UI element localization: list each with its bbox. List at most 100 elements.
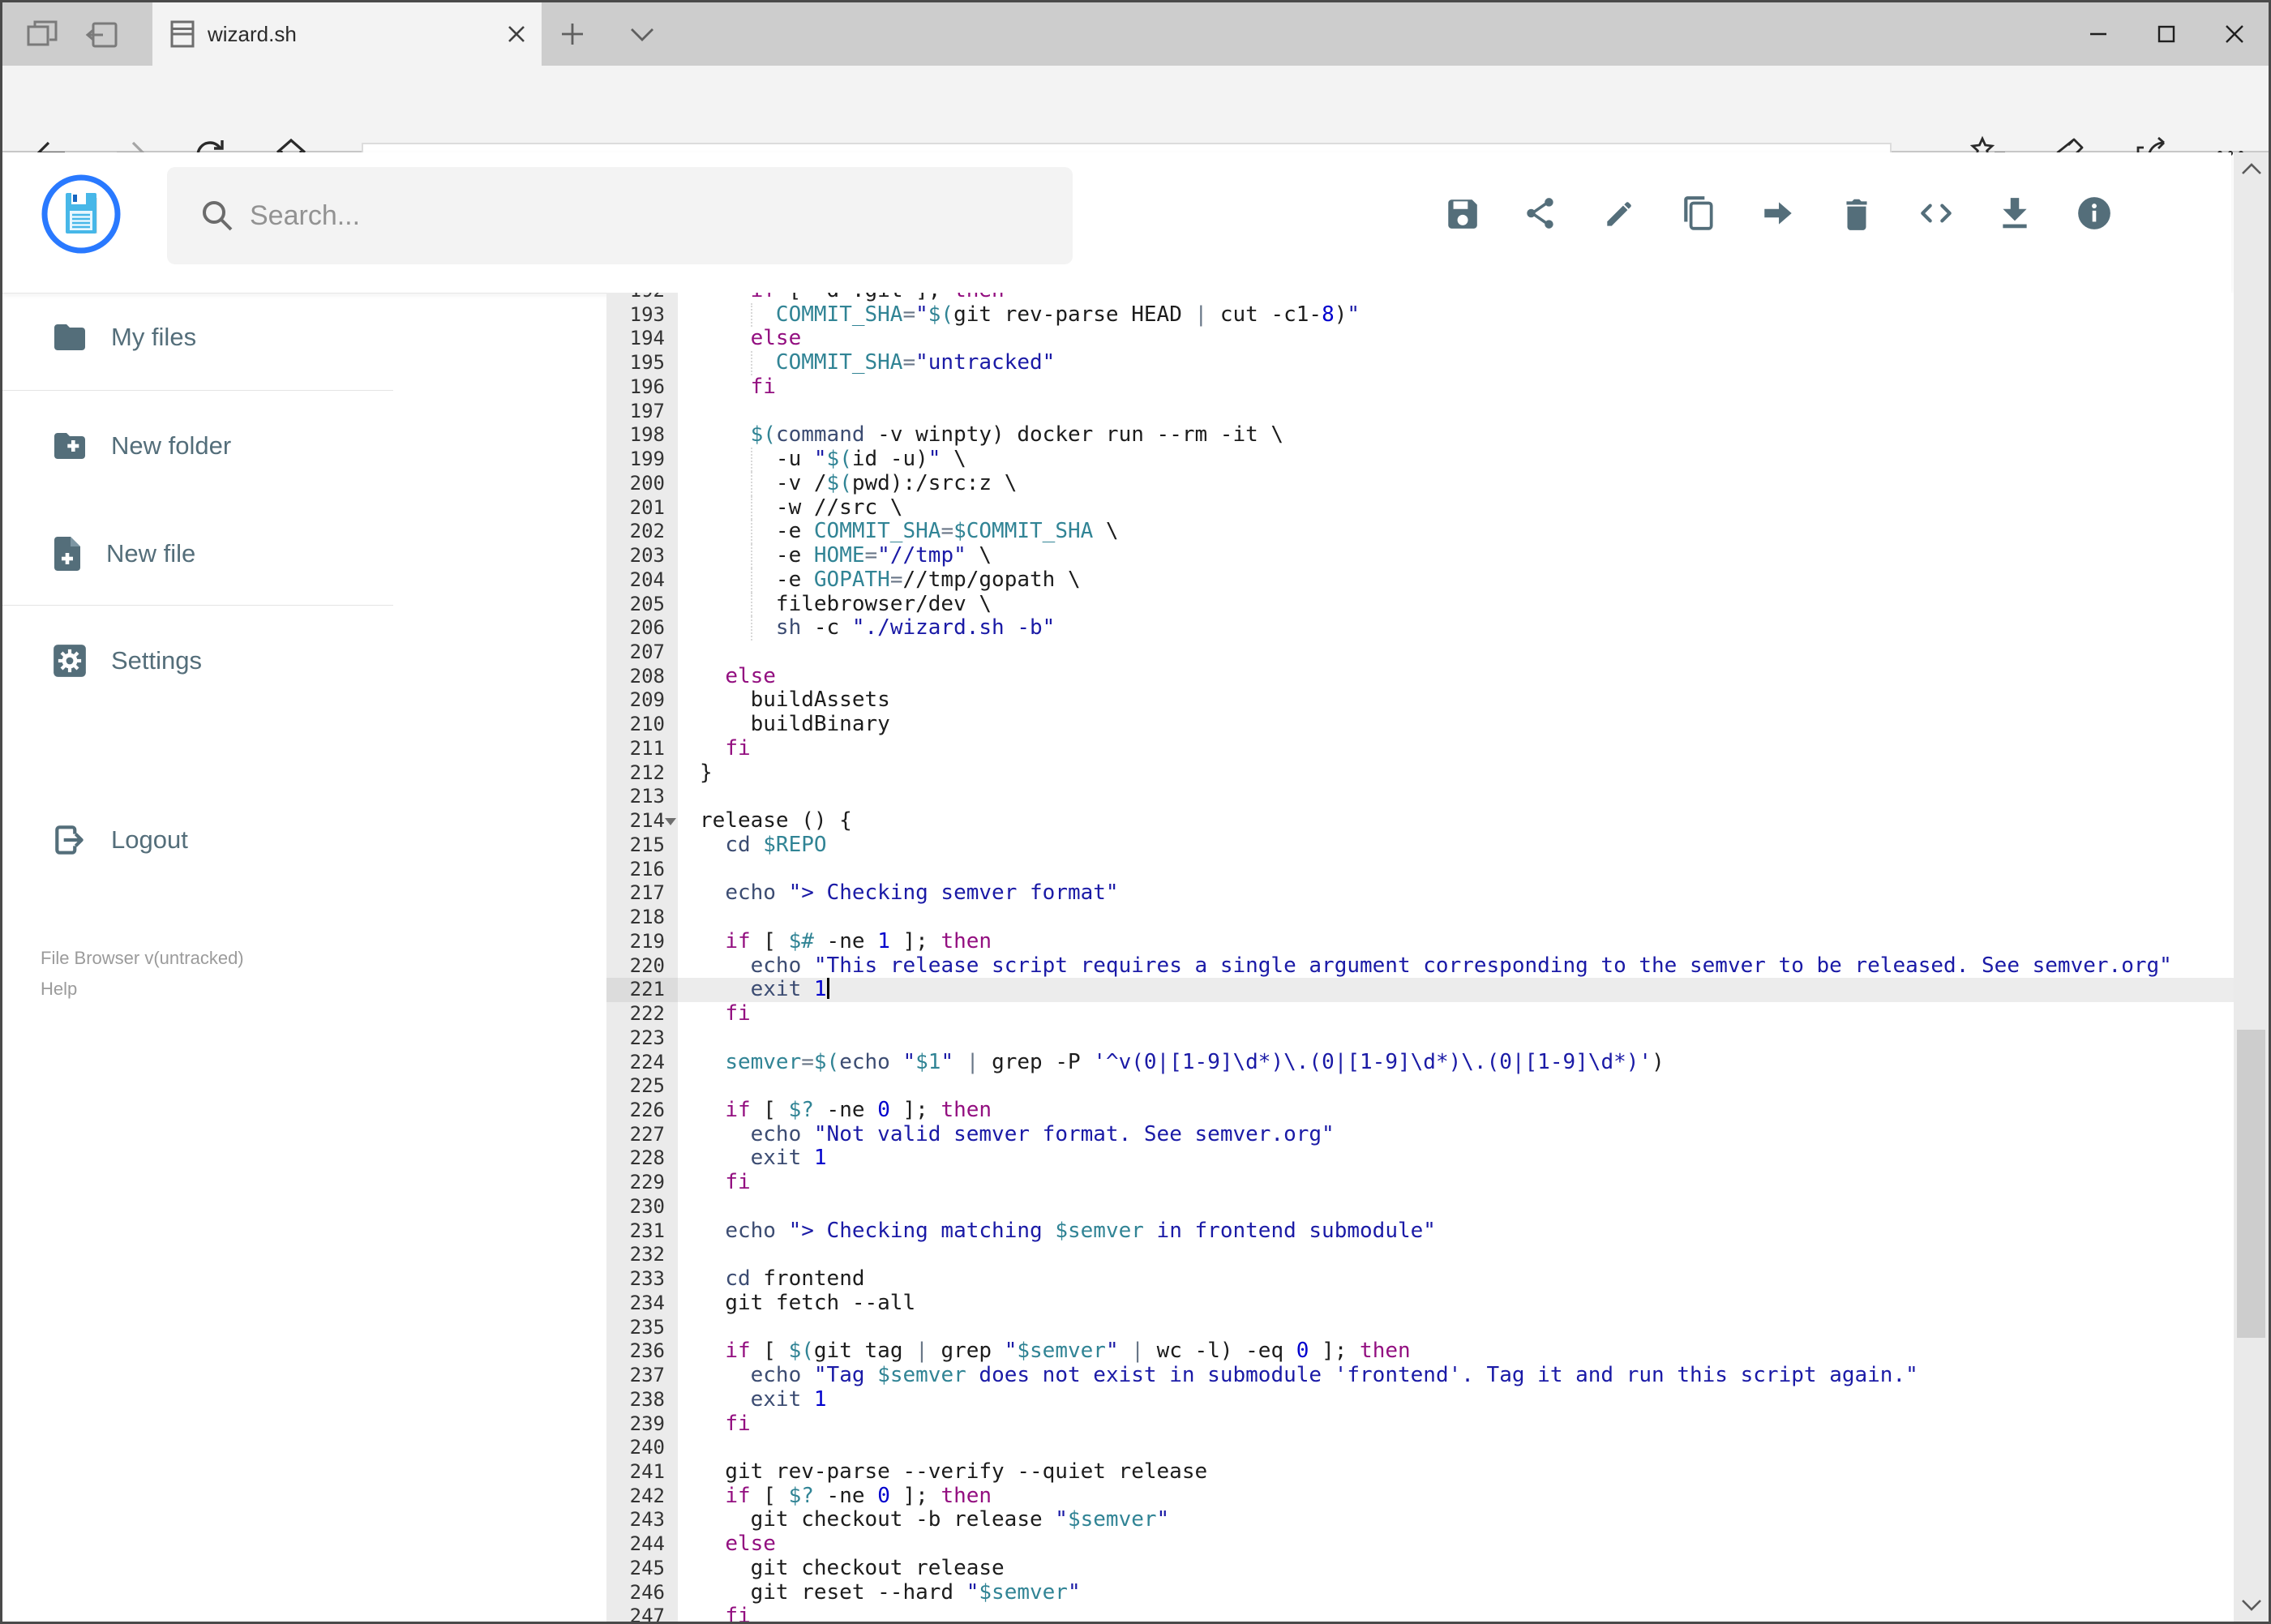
line-number[interactable]: 234 — [606, 1292, 678, 1316]
code-line[interactable]: 211 fi — [606, 736, 2236, 761]
code-line[interactable]: 220 echo "This release script requires a… — [606, 953, 2236, 979]
line-number[interactable]: 200 — [606, 472, 678, 496]
line-number[interactable]: 233 — [606, 1267, 678, 1292]
code-editor[interactable]: 192 if [ -d .git ]; then193 COMMIT_SHA="… — [606, 293, 2236, 1622]
tab-list-chevron-icon[interactable] — [628, 27, 656, 43]
code-line[interactable]: 235 — [606, 1316, 2236, 1340]
code-line[interactable]: 205 filebrowser/dev \ — [606, 592, 2236, 617]
line-number[interactable]: 218 — [606, 906, 678, 930]
line-number[interactable]: 204 — [606, 568, 678, 593]
code-line[interactable]: 229 fi — [606, 1170, 2236, 1195]
code-line[interactable]: 232 — [606, 1243, 2236, 1267]
code-line[interactable]: 245 git checkout release — [606, 1556, 2236, 1581]
code-line[interactable]: 233 cd frontend — [606, 1266, 2236, 1292]
sidebar-item-my-files[interactable]: My files — [2, 315, 393, 360]
line-number[interactable]: 217 — [606, 881, 678, 906]
line-number[interactable]: 235 — [606, 1316, 678, 1340]
tab-wizard-sh[interactable]: wizard.sh — [152, 2, 542, 66]
line-number[interactable]: 208 — [606, 665, 678, 689]
code-view-button[interactable] — [1917, 195, 1955, 232]
code-line[interactable]: 236 if [ $(git tag | grep "$semver" | wc… — [606, 1339, 2236, 1364]
code-line[interactable]: 217 echo "> Checking semver format" — [606, 881, 2236, 906]
line-number[interactable]: 219 — [606, 930, 678, 954]
code-line[interactable]: 195 COMMIT_SHA="untracked" — [606, 350, 2236, 375]
code-line[interactable]: 246 git reset --hard "$semver" — [606, 1580, 2236, 1605]
code-line[interactable]: 247 fi — [606, 1605, 2236, 1622]
code-line[interactable]: 231 echo "> Checking matching $semver in… — [606, 1219, 2236, 1244]
help-link[interactable]: Help — [41, 979, 77, 1000]
line-number[interactable]: 223 — [606, 1026, 678, 1051]
line-number[interactable]: 206 — [606, 616, 678, 641]
code-line[interactable]: 239 fi — [606, 1412, 2236, 1437]
code-line[interactable]: 242 if [ $? -ne 0 ]; then — [606, 1484, 2236, 1509]
close-window-button[interactable] — [2200, 2, 2269, 66]
sidebar-item-logout[interactable]: Logout — [2, 817, 393, 863]
line-number[interactable]: 245 — [606, 1557, 678, 1581]
code-line[interactable]: 226 if [ $? -ne 0 ]; then — [606, 1098, 2236, 1123]
save-button[interactable] — [1443, 195, 1480, 232]
line-number[interactable]: 243 — [606, 1508, 678, 1532]
line-number[interactable]: 213 — [606, 785, 678, 809]
code-line[interactable]: 221 exit 1 — [606, 977, 2236, 1003]
download-button[interactable] — [1996, 195, 2033, 232]
line-number[interactable]: 225 — [606, 1074, 678, 1099]
code-line[interactable]: 198 $(command -v winpty) docker run --rm… — [606, 423, 2236, 448]
line-number[interactable]: 210 — [606, 713, 678, 737]
code-line[interactable]: 210 buildBinary — [606, 712, 2236, 737]
line-number[interactable]: 240 — [606, 1436, 678, 1460]
line-number[interactable]: 241 — [606, 1460, 678, 1485]
move-button[interactable] — [1759, 195, 1797, 232]
line-number[interactable]: 192 — [606, 293, 678, 303]
line-number[interactable]: 228 — [606, 1146, 678, 1171]
line-number[interactable]: 236 — [606, 1339, 678, 1364]
code-line[interactable]: 209 buildAssets — [606, 688, 2236, 713]
code-line[interactable]: 223 — [606, 1026, 2236, 1051]
line-number[interactable]: 199 — [606, 448, 678, 472]
line-number[interactable]: 242 — [606, 1485, 678, 1509]
code-line[interactable]: 240 — [606, 1436, 2236, 1460]
code-line[interactable]: 207 — [606, 641, 2236, 665]
set-tabs-aside-button[interactable] — [84, 19, 119, 51]
code-line[interactable]: 206 sh -c "./wizard.sh -b" — [606, 615, 2236, 641]
code-line[interactable]: 204 -e GOPATH=//tmp/gopath \ — [606, 568, 2236, 593]
code-line[interactable]: 208 else — [606, 664, 2236, 689]
info-button[interactable] — [2076, 195, 2113, 232]
line-number[interactable]: 229 — [606, 1171, 678, 1195]
code-line[interactable]: 214 release () { — [606, 808, 2236, 833]
code-line[interactable]: 203 -e HOME="//tmp" \ — [606, 543, 2236, 568]
line-number[interactable]: 246 — [606, 1581, 678, 1605]
code-line[interactable]: 224 semver=$(echo "$1" | grep -P '^v(0|[… — [606, 1050, 2236, 1075]
tab-preview-button[interactable] — [25, 19, 61, 51]
code-line[interactable]: 197 — [606, 400, 2236, 424]
line-number[interactable]: 212 — [606, 761, 678, 786]
code-line[interactable]: 228 exit 1 — [606, 1146, 2236, 1171]
minimize-button[interactable] — [2064, 2, 2132, 66]
rename-button[interactable] — [1601, 195, 1639, 232]
line-number[interactable]: 226 — [606, 1099, 678, 1123]
line-number[interactable]: 231 — [606, 1219, 678, 1244]
code-line[interactable]: 238 exit 1 — [606, 1387, 2236, 1412]
sidebar-item-new-folder[interactable]: New folder — [2, 423, 393, 469]
line-number[interactable]: 193 — [606, 303, 678, 328]
sidebar-item-settings[interactable]: Settings — [2, 638, 393, 683]
line-number[interactable]: 194 — [606, 327, 678, 351]
code-line[interactable]: 237 echo "Tag $semver does not exist in … — [606, 1363, 2236, 1388]
code-line[interactable]: 199 -u "$(id -u)" \ — [606, 447, 2236, 472]
line-number[interactable]: 214 — [606, 809, 678, 833]
search-bar[interactable]: Search... — [167, 167, 1073, 264]
code-line[interactable]: 218 — [606, 906, 2236, 930]
page-scrollbar[interactable] — [2234, 152, 2269, 1622]
code-line[interactable]: 225 — [606, 1074, 2236, 1099]
code-line[interactable]: 216 — [606, 858, 2236, 882]
line-number[interactable]: 198 — [606, 423, 678, 448]
line-number[interactable]: 215 — [606, 833, 678, 858]
scrollbar-thumb[interactable] — [2237, 1030, 2265, 1338]
line-number[interactable]: 216 — [606, 858, 678, 882]
code-line[interactable]: 201 -w //src \ — [606, 495, 2236, 521]
line-number[interactable]: 197 — [606, 400, 678, 424]
line-number[interactable]: 220 — [606, 954, 678, 979]
scroll-up-button[interactable] — [2234, 152, 2269, 185]
line-number[interactable]: 222 — [606, 1002, 678, 1026]
new-tab-button[interactable] — [559, 20, 586, 48]
line-number[interactable]: 207 — [606, 641, 678, 665]
